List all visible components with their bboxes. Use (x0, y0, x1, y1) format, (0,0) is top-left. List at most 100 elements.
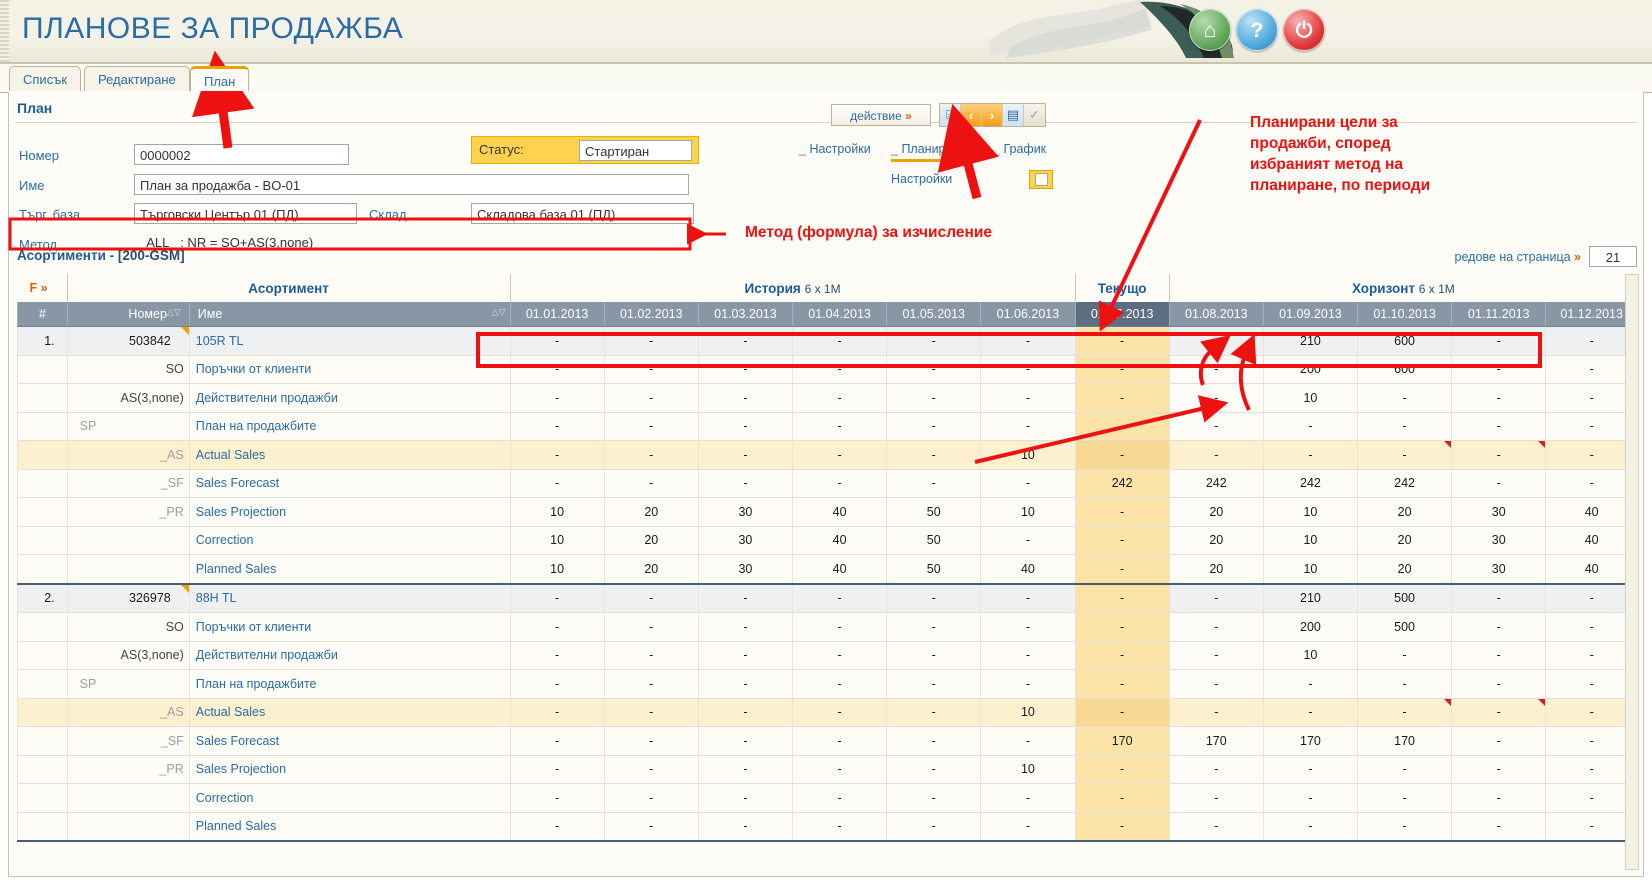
cell-r13-c8[interactable]: - (1168, 669, 1264, 699)
cell-r15-c6[interactable]: - (980, 726, 1076, 756)
cell-r18-c1[interactable]: - (509, 812, 605, 842)
cell-r9-c12[interactable]: 40 (1545, 554, 1637, 585)
cell-r11-c4[interactable]: - (791, 612, 887, 642)
cell-r9-c9[interactable]: 10 (1262, 554, 1358, 585)
cell-r7-c1[interactable]: 10 (509, 497, 605, 527)
cell-r2-c9[interactable]: 200 (1262, 355, 1358, 384)
table-row[interactable]: Correction 10 20 30 40 50- -20 10 20 30 40 (17, 526, 1637, 555)
cell-r16-c7[interactable]: - (1074, 755, 1170, 784)
cell-r6-c1[interactable]: - (509, 469, 605, 498)
cell-r8-c9[interactable]: 10 (1262, 526, 1358, 555)
cell-r7-c5[interactable]: 50 (886, 497, 981, 527)
cell-r14-c12[interactable]: - (1545, 698, 1637, 727)
cell-r6-c5[interactable]: - (886, 469, 981, 498)
table-row[interactable]: _SF Sales Forecast - - - - - -242 242 242 242- - (17, 469, 1637, 498)
cell-r12-c5[interactable]: - (886, 641, 981, 670)
cell-r3-c12[interactable]: - (1545, 383, 1637, 413)
subtab-planirane[interactable]: _ Планиране (891, 142, 967, 162)
col-header-period-3[interactable]: 01.03.2013 (697, 302, 793, 327)
cell-r6-c7[interactable]: 242 (1074, 469, 1170, 498)
cell-r5-c9[interactable]: - (1262, 440, 1358, 470)
cell-r4-c11[interactable]: - (1451, 412, 1546, 441)
cell-r12-c3[interactable]: - (697, 641, 793, 670)
cell-r1-c6[interactable]: - (980, 326, 1076, 356)
cell-r5-c1[interactable]: - (509, 440, 605, 470)
cell-r12-c1[interactable]: - (509, 641, 605, 670)
cell-r6-c4[interactable]: - (791, 469, 887, 498)
cell-r5-c12[interactable]: - (1545, 440, 1637, 470)
cell-r10-c4[interactable]: - (791, 583, 887, 613)
cell-r6-c10[interactable]: 242 (1357, 469, 1452, 498)
cell-r12-c10[interactable]: - (1357, 641, 1452, 670)
cell-r10-c10[interactable]: 500 (1357, 583, 1452, 613)
cell-r18-c12[interactable]: - (1545, 812, 1637, 842)
cell-r16-c2[interactable]: - (603, 755, 699, 784)
cell-r9-c5[interactable]: 50 (886, 554, 981, 585)
cell-r18-c10[interactable]: - (1357, 812, 1452, 842)
cell-r1-c8[interactable]: - (1168, 326, 1264, 356)
cell-r14-c6[interactable]: 10 (980, 698, 1076, 727)
cell-r1-c4[interactable]: - (791, 326, 887, 356)
cell-r7-c8[interactable]: 20 (1168, 497, 1264, 527)
confirm-button[interactable]: ✓ (1024, 104, 1045, 126)
cell-r12-c9[interactable]: 10 (1262, 641, 1358, 670)
cell-r17-c12[interactable]: - (1545, 783, 1637, 813)
cell-r8-c8[interactable]: 20 (1168, 526, 1264, 555)
cell-r14-c9[interactable]: - (1262, 698, 1358, 727)
trade-base-field[interactable]: Търговски Център 01 (ПД) (134, 203, 357, 224)
store-field[interactable]: Складова база 01 (ПД) (471, 203, 694, 224)
cell-r16-c6[interactable]: 10 (980, 755, 1076, 784)
cell-r2-c1[interactable]: - (509, 355, 605, 384)
cell-r15-c8[interactable]: 170 (1168, 726, 1264, 756)
subtab-grafik[interactable]: _ График (993, 142, 1046, 159)
table-row[interactable]: AS(3,none) Действителни продажби - - - - - - - -1… (17, 383, 1637, 413)
cell-r17-c6[interactable]: - (980, 783, 1076, 813)
cell-r15-c2[interactable]: - (603, 726, 699, 756)
cell-r10-c3[interactable]: - (697, 583, 793, 613)
cell-r10-c12[interactable]: - (1545, 583, 1637, 613)
cell-r13-c9[interactable]: - (1262, 669, 1358, 699)
cell-r5-c4[interactable]: - (791, 440, 887, 470)
cell-r5-c7[interactable]: - (1074, 440, 1170, 470)
cell-r3-c2[interactable]: - (603, 383, 699, 413)
cell-r6-c6[interactable]: - (980, 469, 1076, 498)
cell-r9-c10[interactable]: 20 (1357, 554, 1452, 585)
cell-r18-c6[interactable]: - (980, 812, 1076, 842)
cell-r3-c7[interactable]: - (1074, 383, 1170, 413)
cell-r11-c8[interactable]: - (1168, 612, 1264, 642)
cell-r3-c9[interactable]: 10 (1262, 383, 1358, 413)
cell-r14-c1[interactable]: - (509, 698, 605, 727)
cell-r7-c6[interactable]: 10 (980, 497, 1076, 527)
cell-r6-c12[interactable]: - (1545, 469, 1637, 498)
cell-r9-c8[interactable]: 20 (1168, 554, 1264, 585)
cell-r18-c5[interactable]: - (886, 812, 981, 842)
cell-r12-c6[interactable]: - (980, 641, 1076, 670)
cell-r15-c5[interactable]: - (886, 726, 981, 756)
cell-r18-c7[interactable]: - (1074, 812, 1170, 842)
cell-r4-c8[interactable]: - (1168, 412, 1264, 441)
cell-r1-c7[interactable]: - (1074, 326, 1170, 356)
cell-r1-c11[interactable]: - (1451, 326, 1546, 356)
col-header-period-1[interactable]: 01.01.2013 (509, 302, 605, 327)
vertical-scrollbar[interactable] (1625, 274, 1639, 870)
cell-r6-c11[interactable]: - (1451, 469, 1546, 498)
cell-r14-c8[interactable]: - (1168, 698, 1264, 727)
cell-r17-c9[interactable]: - (1262, 783, 1358, 813)
col-header-period-7[interactable]: 01.07.2013 (1074, 302, 1170, 327)
cell-r18-c11[interactable]: - (1451, 812, 1546, 842)
col-header-name[interactable]: Име △▽ (188, 302, 511, 327)
cell-r6-c3[interactable]: - (697, 469, 793, 498)
cell-r2-c2[interactable]: - (603, 355, 699, 384)
table-row[interactable]: Planned Sales 10 20 30 40 50 40-20 10 20 30 40 (17, 554, 1637, 585)
cell-r11-c5[interactable]: - (886, 612, 981, 642)
table-row[interactable]: SO Поръчки от клиенти - - - - - - - -200 500- - (17, 612, 1637, 642)
cell-r7-c3[interactable]: 30 (697, 497, 793, 527)
cell-r4-c4[interactable]: - (791, 412, 887, 441)
cell-r5-c3[interactable]: - (697, 440, 793, 470)
cell-r13-c12[interactable]: - (1545, 669, 1637, 699)
cell-r2-c12[interactable]: - (1545, 355, 1637, 384)
cell-r1-c9[interactable]: 210 (1262, 326, 1358, 356)
cell-r4-c1[interactable]: - (509, 412, 605, 441)
cell-r2-c4[interactable]: - (791, 355, 887, 384)
cell-r12-c11[interactable]: - (1451, 641, 1546, 670)
